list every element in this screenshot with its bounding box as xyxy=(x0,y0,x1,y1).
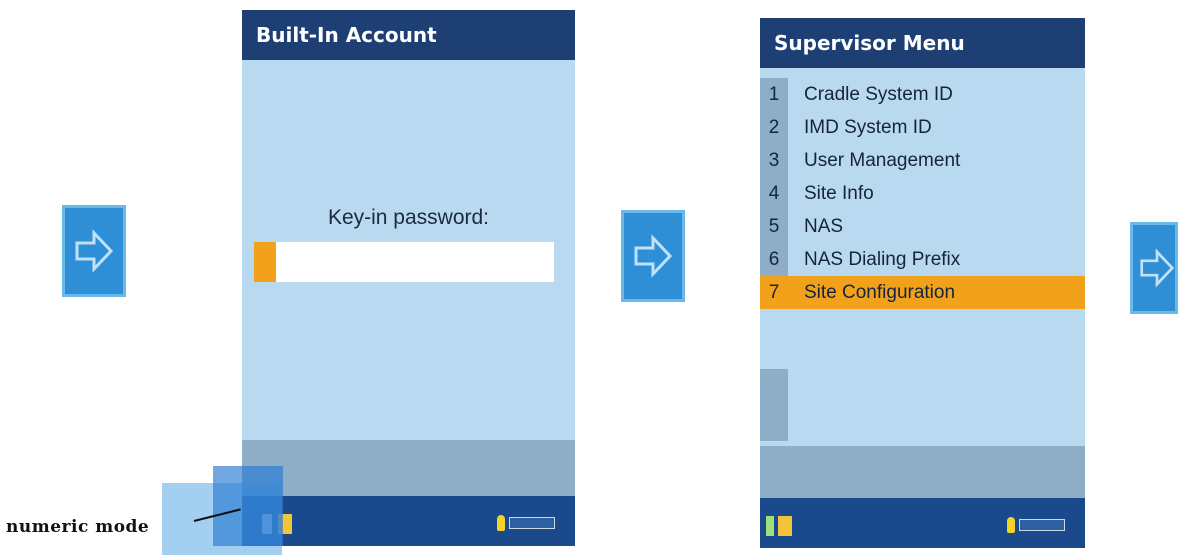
system-tray xyxy=(497,514,561,532)
password-prompt: Key-in password: xyxy=(327,206,490,229)
next-arrow-button-1[interactable] xyxy=(62,205,126,297)
text-cursor xyxy=(254,242,276,282)
built-in-account-screen: Built-In Account Key-in password: xyxy=(242,10,575,546)
taskbar xyxy=(760,498,1085,548)
right-arrow-icon xyxy=(634,234,673,278)
menu-item-label: NAS xyxy=(804,216,844,237)
next-arrow-button-2[interactable] xyxy=(621,210,685,302)
menu-item-site-info[interactable]: 4 Site Info xyxy=(760,177,1085,210)
screen-title: Supervisor Menu xyxy=(760,18,1085,68)
status-light-icon xyxy=(497,515,505,531)
number-column-filler xyxy=(760,369,788,441)
menu-item-imd-system-id[interactable]: 2 IMD System ID xyxy=(760,111,1085,144)
menu-item-user-management[interactable]: 3 User Management xyxy=(760,144,1085,177)
battery-icon xyxy=(509,517,555,529)
supervisor-menu-list: 1 Cradle System ID 2 IMD System ID 3 Use… xyxy=(760,78,1085,309)
menu-item-number: 2 xyxy=(760,111,788,144)
softkey-bar xyxy=(242,440,575,496)
menu-item-label: NAS Dialing Prefix xyxy=(804,249,961,270)
menu-item-number: 4 xyxy=(760,177,788,210)
menu-item-label: User Management xyxy=(804,150,961,171)
numeric-mode-label: numeric mode xyxy=(6,517,150,537)
menu-item-number: 6 xyxy=(760,243,788,276)
menu-item-label: Site Configuration xyxy=(804,282,956,303)
menu-item-label: IMD System ID xyxy=(804,117,932,138)
menu-item-nas-dialing-prefix[interactable]: 6 NAS Dialing Prefix xyxy=(760,243,1085,276)
right-arrow-icon xyxy=(75,229,114,273)
right-arrow-icon xyxy=(1140,248,1175,288)
menu-item-label: Cradle System ID xyxy=(804,84,953,105)
menu-item-number: 7 xyxy=(760,276,788,309)
keyboard-mode-icon[interactable] xyxy=(766,516,774,536)
taskbar xyxy=(242,496,575,546)
battery-icon xyxy=(1019,519,1065,531)
supervisor-menu-screen: Supervisor Menu 1 Cradle System ID 2 IMD… xyxy=(760,18,1085,548)
menu-item-number: 1 xyxy=(760,78,788,111)
menu-item-nas[interactable]: 5 NAS xyxy=(760,210,1085,243)
input-panel-icon[interactable] xyxy=(778,516,792,536)
menu-item-number: 3 xyxy=(760,144,788,177)
password-input[interactable] xyxy=(254,242,554,282)
screen-title: Built-In Account xyxy=(242,10,575,60)
menu-item-site-configuration[interactable]: 7 Site Configuration xyxy=(760,276,1085,309)
softkey-bar xyxy=(760,446,1085,502)
menu-item-cradle-system-id[interactable]: 1 Cradle System ID xyxy=(760,78,1085,111)
numeric-mode-focus xyxy=(213,466,283,546)
system-tray xyxy=(1007,516,1071,534)
next-arrow-button-3[interactable] xyxy=(1130,222,1178,314)
status-light-icon xyxy=(1007,517,1015,533)
menu-item-label: Site Info xyxy=(804,183,874,204)
menu-item-number: 5 xyxy=(760,210,788,243)
